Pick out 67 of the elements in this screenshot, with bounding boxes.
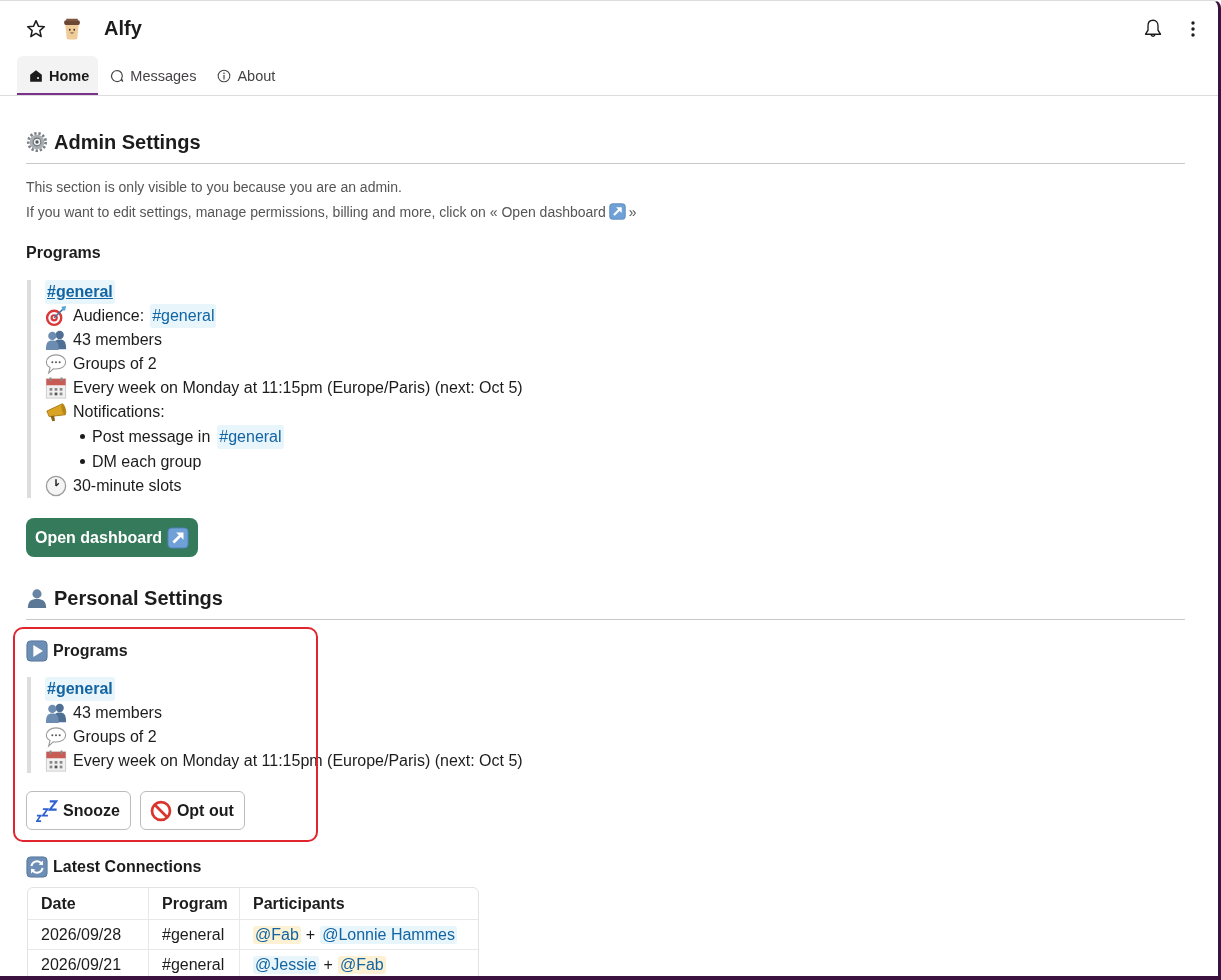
user-icon: [26, 587, 48, 609]
arrow-square-icon: [167, 526, 190, 549]
tab[interactable]: Messages: [98, 56, 206, 95]
section-title: Admin Settings: [54, 130, 201, 155]
member-count: 43 members: [73, 703, 162, 723]
refresh-icon: [26, 856, 48, 878]
more-options-icon[interactable]: [1191, 20, 1195, 37]
user-mention[interactable]: @Fab: [253, 925, 301, 944]
bell-icon[interactable]: [1143, 18, 1163, 39]
target-icon: [45, 305, 67, 327]
section-title: Personal Settings: [54, 586, 223, 611]
bullet-icon: [80, 434, 85, 439]
sleep-icon: [36, 799, 58, 822]
user-mention[interactable]: @Fab: [337, 955, 386, 974]
table-cell: 2026/09/28: [28, 919, 148, 949]
cup-logo-icon: [63, 17, 81, 40]
message-bubble-icon: [110, 68, 125, 83]
column-header: Program: [148, 888, 239, 919]
bullet-icon: [80, 459, 85, 464]
open-dashboard-button[interactable]: Open dashboard: [26, 518, 199, 557]
group-size: Groups of 2: [73, 354, 157, 374]
table-cell: #general: [148, 949, 239, 976]
user-mention[interactable]: @Lonnie Hammes: [320, 925, 457, 944]
info-icon: [217, 68, 232, 83]
clock-icon: [45, 475, 67, 497]
subsection-title: Programs: [26, 243, 101, 263]
calendar-icon: [45, 377, 67, 399]
notification-option: Post message in: [92, 424, 211, 449]
schedule-text: Every week on Monday at 11:15pm (Europe/Paris) (next: Oct 5): [73, 378, 523, 398]
play-icon: [26, 640, 48, 662]
tab[interactable]: Home: [17, 56, 99, 95]
user-mention[interactable]: @Jessie: [253, 955, 319, 974]
group-size: Groups of 2: [73, 727, 157, 747]
calendar-icon: [45, 750, 67, 772]
info-text: If you want to edit settings, manage permissions, billing and more, click on « Open dashboard »: [26, 202, 638, 222]
app-title: Alfy: [104, 17, 142, 40]
subsection-title: Programs: [53, 641, 128, 661]
notifications-label: Notifications:: [73, 402, 165, 422]
slot-length: 30-minute slots: [73, 476, 182, 496]
home-icon: [29, 68, 43, 83]
notification-option: DM each group: [92, 449, 202, 474]
arrow-square-icon: [608, 203, 626, 220]
channel-mention[interactable]: #general: [150, 304, 217, 328]
info-text: This section is only visible to you because you are an admin.: [26, 178, 403, 197]
joiner-text: +: [305, 925, 316, 944]
people-icon: [45, 702, 67, 724]
column-header: Participants: [239, 888, 478, 919]
table-cell: 2026/09/21: [28, 949, 148, 976]
member-count: 43 members: [73, 330, 162, 350]
channel-link[interactable]: #general: [45, 280, 115, 304]
star-icon[interactable]: [26, 18, 46, 39]
snooze-button[interactable]: Snooze: [26, 791, 131, 830]
joiner-text: +: [323, 955, 333, 974]
gear-icon: [26, 131, 48, 153]
megaphone-icon: [45, 401, 67, 423]
opt-out-button[interactable]: Opt out: [139, 791, 245, 830]
table-cell: #general: [148, 919, 239, 949]
speech-bubble-icon: [45, 353, 67, 375]
people-icon: [45, 329, 67, 351]
channel-link[interactable]: #general: [45, 677, 115, 701]
channel-mention[interactable]: #general: [217, 424, 284, 449]
tab[interactable]: About: [205, 56, 285, 95]
speech-bubble-icon: [45, 726, 67, 748]
audience-label: Audience:: [73, 306, 145, 326]
prohibited-icon: [149, 799, 172, 822]
subsection-title: Latest Connections: [53, 857, 202, 877]
column-header: Date: [40, 893, 77, 914]
